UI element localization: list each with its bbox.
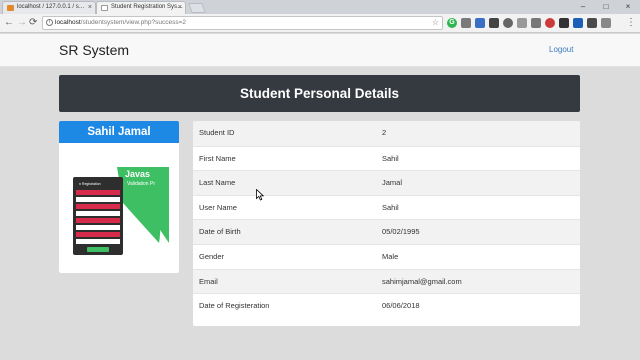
forward-icon[interactable]: → (17, 17, 27, 29)
detail-value: Sahil (382, 202, 399, 212)
detail-label: Email (199, 276, 218, 286)
app-navbar: SR System Logout (0, 34, 640, 67)
svg-text:n Registration: n Registration (79, 182, 101, 186)
table-row: Gender Male (193, 244, 580, 269)
minimize-window-icon[interactable]: – (572, 0, 594, 13)
grammarly-extension-icon[interactable]: G (447, 18, 457, 28)
detail-value: sahimjamal@gmail.com (382, 276, 462, 286)
extension-icon[interactable] (461, 18, 471, 28)
bookmark-star-icon[interactable]: ☆ (432, 17, 439, 29)
extension-icon[interactable] (545, 18, 555, 28)
detail-label: Gender (199, 252, 225, 261)
page-favicon-icon (101, 5, 108, 11)
tab-title: localhost / 127.0.0.1 / s… (17, 4, 85, 10)
svg-text:Validation Pr: Validation Pr (127, 181, 155, 187)
url-path: /studentsystem/view.php?success=2 (80, 19, 186, 26)
phpmyadmin-favicon-icon (7, 5, 14, 11)
detail-value: Jamal (382, 178, 403, 188)
extension-icon[interactable] (559, 18, 569, 28)
address-bar[interactable]: i localhost/studentsystem/view.php?succe… (42, 16, 443, 30)
close-tab-icon[interactable]: × (178, 2, 182, 13)
site-info-icon[interactable]: i (46, 19, 53, 26)
navbar-brand[interactable]: SR System (59, 42, 129, 58)
table-row: Email sahimjamal@gmail.com (193, 268, 580, 294)
reload-icon[interactable]: ⟳ (29, 17, 37, 29)
table-row: First Name Sahil (193, 145, 580, 171)
mouse-cursor-icon (256, 189, 264, 201)
svg-text:Javas: Javas (125, 169, 150, 179)
profile-name: Sahil Jamal (59, 121, 179, 143)
detail-value: 06/06/2018 (382, 301, 420, 311)
close-window-icon[interactable]: × (617, 0, 639, 13)
new-tab-button[interactable] (188, 3, 206, 13)
close-tab-icon[interactable]: × (88, 2, 92, 13)
detail-value: 2 (382, 128, 387, 137)
extension-icon[interactable] (601, 18, 611, 28)
extension-icon[interactable] (517, 18, 527, 28)
browser-tab-student-registration[interactable]: Student Registration Sys… × (96, 1, 186, 14)
tab-title: Student Registration Sys… (111, 4, 184, 10)
detail-label: Last Name (199, 178, 236, 188)
browser-tab-phpmyadmin[interactable]: localhost / 127.0.0.1 / s… × (2, 1, 96, 14)
detail-value: Sahil (382, 153, 399, 163)
detail-label: Date of Birth (199, 227, 241, 237)
extension-icon[interactable] (503, 18, 513, 28)
browser-tabstrip: localhost / 127.0.0.1 / s… × Student Reg… (0, 0, 640, 14)
detail-label: User Name (199, 202, 237, 212)
browser-toolbar: ← → ⟳ i localhost/studentsystem/view.php… (0, 14, 640, 33)
browser-menu-icon[interactable]: ⋮ (626, 17, 636, 29)
table-row: Last Name Jamal (193, 170, 580, 195)
detail-label: Student ID (199, 128, 235, 137)
detail-label: First Name (199, 153, 236, 163)
table-row: Date of Registeration 06/06/2018 (193, 293, 580, 318)
logout-link[interactable]: Logout (549, 45, 573, 54)
extension-icon[interactable] (489, 18, 499, 28)
detail-value: Male (382, 252, 399, 261)
profile-card: Sahil Jamal Javas Validation Pr n Regist… (59, 121, 179, 273)
maximize-window-icon[interactable]: □ (595, 0, 617, 13)
back-icon[interactable]: ← (4, 17, 14, 29)
table-row: Date of Birth 05/02/1995 (193, 219, 580, 244)
extension-icon[interactable] (573, 18, 583, 28)
page-title: Student Personal Details (59, 75, 580, 112)
extension-icon[interactable] (475, 18, 485, 28)
profile-photo: Javas Validation Pr n Registration (73, 167, 169, 255)
detail-value: 05/02/1995 (382, 227, 420, 237)
table-row: User Name Sahil (193, 194, 580, 220)
student-details-table: Student ID 2 First Name Sahil Last Name … (193, 121, 580, 326)
detail-label: Date of Registeration (199, 301, 270, 311)
extension-icon[interactable] (531, 18, 541, 28)
extension-icon[interactable] (587, 18, 597, 28)
table-row: Student ID 2 (193, 121, 580, 146)
url-host: localhost (55, 19, 81, 26)
